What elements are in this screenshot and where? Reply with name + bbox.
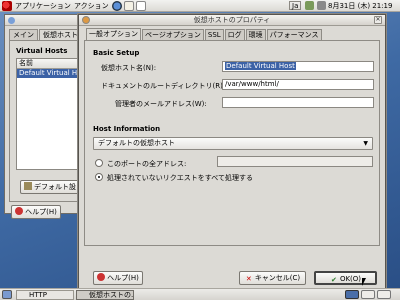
- dialog-titlebar: 仮想ホストのプロパティ ✕: [79, 15, 385, 26]
- help-icon: [97, 273, 106, 281]
- admin-email-field[interactable]: [222, 97, 374, 108]
- help-button[interactable]: ヘルプ(H): [93, 271, 143, 285]
- basic-setup-heading: Basic Setup: [93, 49, 140, 57]
- wrench-icon: [24, 182, 32, 190]
- host-type-combo[interactable]: デフォルトの仮想ホスト ▼: [93, 137, 373, 150]
- radio-all-addresses-label: このポートの全アドレス:: [107, 160, 187, 168]
- vhost-name-label: 仮想ホスト名(N):: [101, 64, 157, 72]
- dropdown-arrow-icon: ▼: [363, 140, 368, 147]
- help-icon: [15, 207, 24, 215]
- workspace-switcher-icon[interactable]: [345, 290, 359, 299]
- tab-main[interactable]: メイン: [9, 29, 38, 40]
- input-method-indicator[interactable]: Ja: [289, 1, 302, 10]
- section-title: Virtual Hosts: [16, 47, 68, 55]
- workspace-switcher-icon[interactable]: [361, 290, 375, 299]
- close-icon[interactable]: ✕: [374, 16, 382, 24]
- tab-ssl[interactable]: SSL: [204, 29, 224, 40]
- window-menu-icon[interactable]: [82, 16, 90, 24]
- taskbar-item-vhost-properties[interactable]: 仮想ホストの...: [76, 290, 134, 300]
- help-button-bg[interactable]: ヘルプ(H): [11, 205, 61, 219]
- applications-menu[interactable]: アプリケーション: [15, 1, 71, 11]
- workspace-switcher-icon[interactable]: [377, 290, 391, 299]
- actions-menu[interactable]: アクション: [74, 1, 109, 11]
- tab-environment[interactable]: 環境: [245, 29, 266, 40]
- clock[interactable]: 8月31日 (木) 21:19: [328, 1, 392, 11]
- port-address-field[interactable]: [217, 156, 373, 167]
- network-status-icon[interactable]: [305, 1, 314, 10]
- mouse-cursor-icon: [362, 278, 366, 286]
- top-panel: アプリケーション アクション Ja 8月31日 (木) 21:19: [0, 0, 400, 12]
- volume-icon[interactable]: [317, 1, 326, 10]
- tab-page-options[interactable]: ページオプション: [142, 29, 204, 40]
- vhost-name-field[interactable]: Default Virtual Host: [222, 61, 374, 72]
- taskbar-item-http[interactable]: HTTP: [16, 290, 74, 300]
- tab-performance[interactable]: パフォーマンス: [266, 29, 322, 40]
- radio-unhandled-requests[interactable]: [95, 173, 103, 181]
- tab-log[interactable]: ログ: [224, 29, 245, 40]
- mail-launcher-icon[interactable]: [124, 1, 134, 11]
- dialog-title: 仮想ホストのプロパティ: [193, 16, 271, 24]
- tab-general-options[interactable]: 一般オプション: [86, 28, 141, 40]
- ok-button[interactable]: ✔ OK(O): [314, 271, 377, 285]
- ok-check-icon: ✔: [331, 276, 337, 284]
- docroot-field[interactable]: /var/www/html/: [222, 79, 374, 90]
- redhat-menu-icon[interactable]: [2, 1, 12, 11]
- cancel-icon: ✕: [245, 275, 252, 283]
- cancel-button[interactable]: ✕ キャンセル(C): [239, 271, 306, 285]
- window-menu-icon[interactable]: [8, 17, 15, 24]
- host-information-heading: Host Information: [93, 125, 161, 133]
- general-options-panel: Basic Setup 仮想ホスト名(N): Default Virtual H…: [84, 40, 380, 246]
- virtual-host-properties-dialog: 仮想ホストのプロパティ ✕ 一般オプション ページオプション SSL ログ 環境…: [78, 14, 386, 292]
- docroot-label: ドキュメントのルートディレクトリ(R):: [101, 82, 226, 90]
- radio-unhandled-requests-label: 処理されていないリクエストをすべて処理する: [107, 174, 254, 182]
- radio-all-addresses[interactable]: [95, 159, 103, 167]
- show-desktop-icon[interactable]: [2, 290, 12, 299]
- browser-launcher-icon[interactable]: [112, 1, 122, 11]
- document-launcher-icon[interactable]: [136, 1, 146, 11]
- admin-email-label: 管理者のメールアドレス(W):: [115, 100, 207, 108]
- bottom-panel: HTTP 仮想ホストの...: [0, 288, 400, 300]
